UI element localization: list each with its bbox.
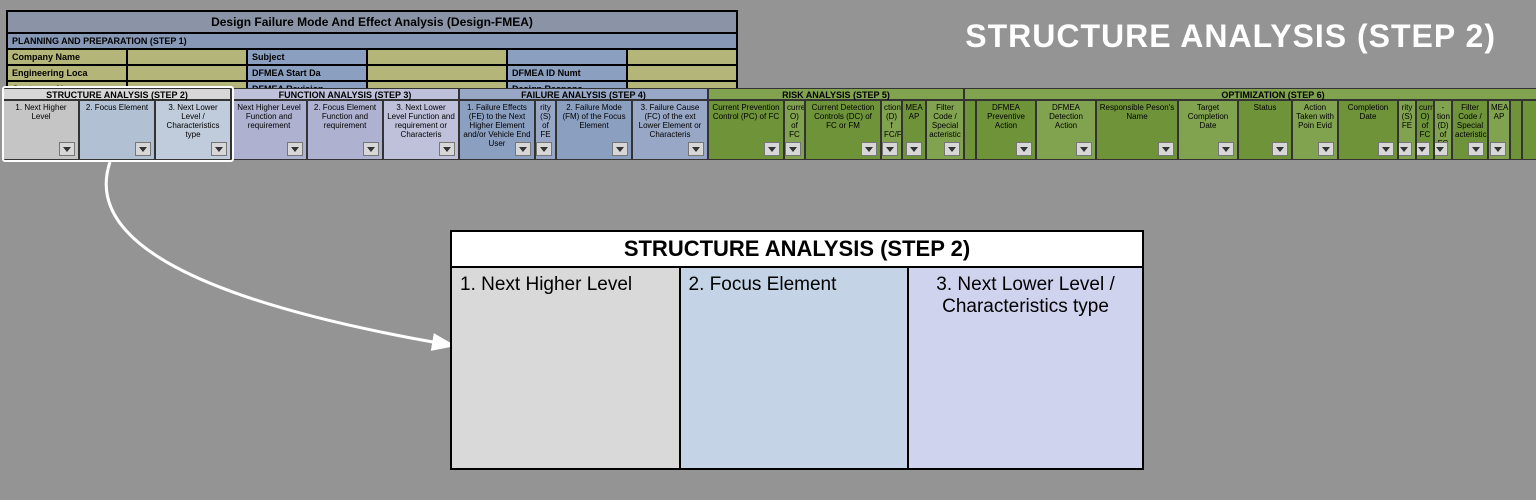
column-7: rity (S) of FE — [535, 100, 556, 160]
column-3: Next Higher Level Function and requireme… — [231, 100, 307, 160]
zoom-title: STRUCTURE ANALYSIS (STEP 2) — [452, 232, 1142, 268]
column-10: Current Prevention Control (PC) of FC — [708, 100, 784, 160]
step1-header: PLANNING AND PREPARATION (STEP 1) — [7, 33, 737, 49]
zoom-col-3: 3. Next Lower Level / Characteristics ty… — [909, 268, 1142, 468]
column-20: Target Completion Date — [1178, 100, 1238, 160]
zoom-col-1: 1. Next Higher Level — [452, 268, 681, 468]
column-5: 3. Next Lower Level Function and require… — [383, 100, 459, 160]
filter-dropdown-15[interactable] — [944, 142, 960, 156]
meta-left-0: Company Name — [7, 49, 127, 65]
section-header-s2: STRUCTURE ANALYSIS (STEP 2) — [3, 88, 231, 100]
column-27: Filter Code / Special acteristic — [1452, 100, 1488, 160]
column-11: currence O) of FC — [784, 100, 805, 160]
filter-dropdown-10[interactable] — [764, 142, 780, 156]
meta-right-0 — [507, 49, 627, 65]
column-13: ction (D) f FC/FM — [881, 100, 902, 160]
column-25: currence O) of FC — [1416, 100, 1434, 160]
column-strip: STRUCTURE ANALYSIS (STEP 2)FUNCTION ANAL… — [3, 88, 1533, 160]
filter-dropdown-23[interactable] — [1378, 142, 1394, 156]
filter-dropdown-11[interactable] — [785, 142, 801, 156]
column-22: Action Taken with Poin Evid — [1292, 100, 1338, 160]
filter-dropdown-4[interactable] — [363, 142, 379, 156]
column-29 — [1510, 100, 1522, 160]
section-header-s5: RISK ANALYSIS (STEP 5) — [708, 88, 964, 100]
section-header-s3: FUNCTION ANALYSIS (STEP 3) — [231, 88, 459, 100]
column-30: Remarks — [1522, 100, 1536, 160]
column-26: -tion (D) of FC — [1434, 100, 1452, 160]
filter-dropdown-27[interactable] — [1468, 142, 1484, 156]
meta-right-1: DFMEA ID Numt — [507, 65, 627, 81]
filter-dropdown-6[interactable] — [515, 142, 531, 156]
filter-dropdown-26[interactable] — [1434, 142, 1448, 156]
filter-dropdown-22[interactable] — [1318, 142, 1334, 156]
column-1: 2. Focus Element — [79, 100, 155, 160]
meta-mid-1: DFMEA Start Da — [247, 65, 367, 81]
callout-arrow — [10, 150, 490, 370]
filter-dropdown-28[interactable] — [1490, 142, 1506, 156]
column-12: Current Detection Controls (DC) of FC or… — [805, 100, 881, 160]
column-0: 1. Next Higher Level — [3, 100, 79, 160]
column-16 — [964, 100, 976, 160]
filter-dropdown-12[interactable] — [861, 142, 877, 156]
filter-dropdown-18[interactable] — [1076, 142, 1092, 156]
filter-dropdown-25[interactable] — [1416, 142, 1430, 156]
column-4: 2. Focus Element Function and requiremen… — [307, 100, 383, 160]
filter-dropdown-7[interactable] — [536, 142, 552, 156]
zoom-panel: STRUCTURE ANALYSIS (STEP 2) 1. Next High… — [450, 230, 1144, 470]
zoom-col-2: 2. Focus Element — [681, 268, 910, 468]
filter-dropdown-17[interactable] — [1016, 142, 1032, 156]
filter-dropdown-3[interactable] — [287, 142, 303, 156]
filter-dropdown-8[interactable] — [612, 142, 628, 156]
filter-dropdown-1[interactable] — [135, 142, 151, 156]
section-header-s4: FAILURE ANALYSIS (STEP 4) — [459, 88, 708, 100]
column-21: Status — [1238, 100, 1292, 160]
meta-mid-0: Subject — [247, 49, 367, 65]
column-15: Filter Code / Special acteristic — [926, 100, 964, 160]
column-28: MEA AP — [1488, 100, 1510, 160]
filter-dropdown-13[interactable] — [882, 142, 898, 156]
column-2: 3. Next Lower Level / Characteristics ty… — [155, 100, 231, 160]
meta-left-1: Engineering Loca — [7, 65, 127, 81]
filter-dropdown-2[interactable] — [211, 142, 227, 156]
column-6: 1. Failure Effects (FE) to the Next High… — [459, 100, 535, 160]
filter-dropdown-19[interactable] — [1158, 142, 1174, 156]
column-24: rity (S) FE — [1398, 100, 1416, 160]
filter-dropdown-9[interactable] — [688, 142, 704, 156]
filter-dropdown-0[interactable] — [59, 142, 75, 156]
column-17: DFMEA Preventive Action — [976, 100, 1036, 160]
fmea-title: Design Failure Mode And Effect Analysis … — [7, 11, 737, 33]
column-9: 3. Failure Cause (FC) of the ext Lower E… — [632, 100, 708, 160]
column-8: 2. Failure Mode (FM) of the Focus Elemen… — [556, 100, 632, 160]
filter-dropdown-14[interactable] — [906, 142, 922, 156]
filter-dropdown-24[interactable] — [1398, 142, 1412, 156]
section-header-s6: OPTIMIZATION (STEP 6) — [964, 88, 1536, 100]
filter-dropdown-5[interactable] — [439, 142, 455, 156]
filter-dropdown-20[interactable] — [1218, 142, 1234, 156]
column-18: DFMEA Detection Action — [1036, 100, 1096, 160]
column-14: MEA AP — [902, 100, 926, 160]
filter-dropdown-21[interactable] — [1272, 142, 1288, 156]
column-23: Completion Date — [1338, 100, 1398, 160]
column-19: Responsible Peson's Name — [1096, 100, 1178, 160]
page-title: STRUCTURE ANALYSIS (STEP 2) — [965, 18, 1496, 55]
